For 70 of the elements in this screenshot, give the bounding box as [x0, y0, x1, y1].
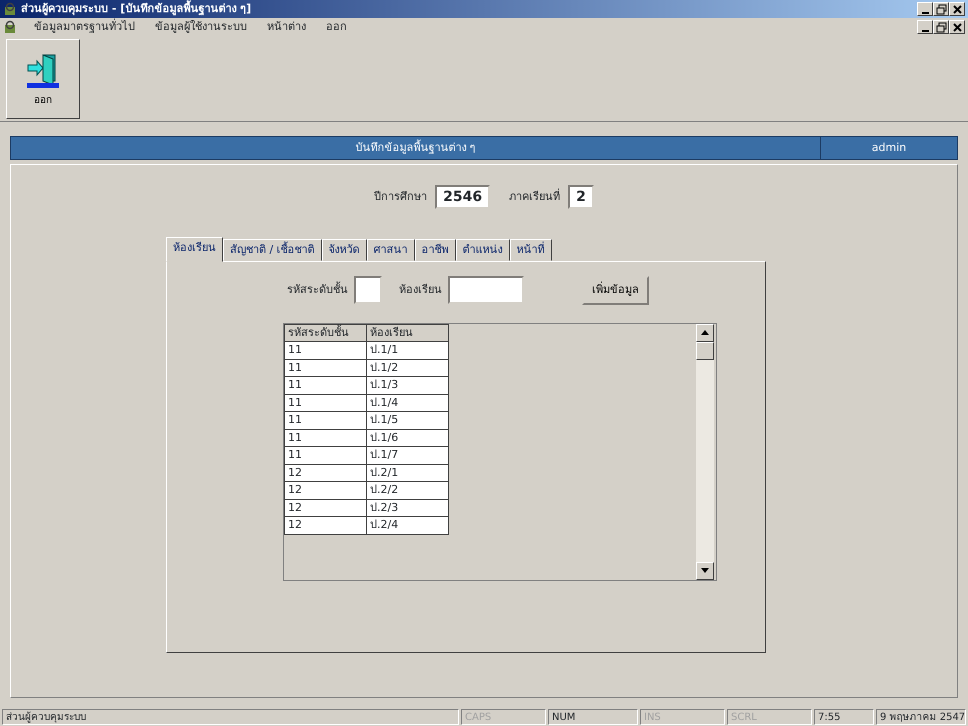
- year-field[interactable]: 2546: [435, 185, 490, 209]
- menu-item[interactable]: ข้อมูลผู้ใช้งานระบบ: [152, 18, 250, 36]
- status-panel: 9 พฤษภาคม 2547: [876, 709, 966, 725]
- column-header[interactable]: รหัสระดับชั้น: [284, 324, 366, 342]
- status-panel: NUM: [548, 709, 638, 725]
- scroll-up-button[interactable]: [696, 324, 714, 342]
- classroom-field[interactable]: [448, 276, 524, 304]
- table-cell: 12: [284, 464, 366, 482]
- up-arrow-icon: [700, 329, 710, 336]
- tab[interactable]: สัญชาติ / เชื้อชาติ: [223, 238, 322, 261]
- menu-item[interactable]: ออก: [323, 18, 350, 36]
- level-code-label: รหัสระดับชั้น: [287, 282, 348, 298]
- table-cell: 11: [284, 359, 366, 376]
- window-title: ส่วนผู้ควบคุมระบบ - [บันทึกข้อมูลพื้นฐานต่าง ๆ]: [21, 0, 252, 18]
- vertical-scrollbar[interactable]: [696, 324, 714, 580]
- table-cell: ป.2/2: [366, 482, 448, 499]
- table-cell: 12: [284, 499, 366, 516]
- close-button[interactable]: [949, 20, 965, 34]
- minimize-button[interactable]: [917, 20, 933, 34]
- classroom-label: ห้องเรียน: [399, 282, 442, 298]
- menu-item[interactable]: หน้าต่าง: [264, 18, 309, 36]
- restore-icon: [936, 22, 946, 32]
- menu-item[interactable]: ข้อมูลมาตรฐานทั่วไป: [31, 18, 138, 36]
- table-cell: ป.1/4: [366, 394, 448, 412]
- semester-field[interactable]: 2: [568, 185, 594, 209]
- restore-button[interactable]: [933, 20, 949, 34]
- add-data-button[interactable]: เพิ่มข้อมูล: [582, 276, 649, 304]
- table-cell: ป.2/3: [366, 499, 448, 516]
- table-cell: ป.1/5: [366, 412, 448, 429]
- table-cell: ป.1/3: [366, 376, 448, 394]
- table-cell: ป.1/1: [366, 342, 448, 359]
- year-label: ปีการศึกษา: [374, 188, 428, 205]
- scroll-down-button[interactable]: [696, 562, 714, 580]
- minimize-button[interactable]: [917, 2, 933, 16]
- table-cell: ป.1/2: [366, 359, 448, 376]
- tab[interactable]: จังหวัด: [322, 238, 367, 261]
- minimize-icon: [922, 12, 928, 14]
- level-code-field[interactable]: [354, 276, 382, 304]
- tab[interactable]: ศาสนา: [366, 238, 415, 261]
- minimize-icon: [922, 30, 928, 32]
- table-cell: 11: [284, 446, 366, 464]
- table-cell: 11: [284, 394, 366, 412]
- close-icon: [952, 22, 962, 32]
- table-cell: 12: [284, 482, 366, 499]
- down-arrow-icon: [700, 567, 710, 574]
- column-header[interactable]: ห้องเรียน: [366, 324, 448, 342]
- tab[interactable]: หน้าที่: [510, 238, 552, 261]
- tab[interactable]: ตำแหน่ง: [456, 238, 510, 261]
- table-cell: 11: [284, 429, 366, 446]
- scroll-thumb[interactable]: [696, 342, 714, 360]
- tab[interactable]: ห้องเรียน: [166, 236, 223, 262]
- table-cell: ป.1/6: [366, 429, 448, 446]
- table-cell: 11: [284, 342, 366, 359]
- header-title: บันทึกข้อมูลพื้นฐานต่าง ๆ: [11, 137, 821, 159]
- table-cell: ป.2/4: [366, 516, 448, 534]
- table-cell: ป.2/1: [366, 464, 448, 482]
- restore-button[interactable]: [933, 2, 949, 16]
- user-name: admin: [870, 140, 908, 156]
- close-button[interactable]: [949, 2, 965, 16]
- close-icon: [952, 4, 962, 14]
- semester-label: ภาคเรียนที่: [509, 188, 560, 205]
- status-panel: ส่วนผู้ควบคุมระบบ: [2, 709, 459, 725]
- status-panel: 7:55: [814, 709, 874, 725]
- table-cell: 11: [284, 376, 366, 394]
- tab[interactable]: อาชีพ: [414, 238, 456, 261]
- table-cell: ป.1/7: [366, 446, 448, 464]
- table-cell: 12: [284, 516, 366, 534]
- table-cell: 11: [284, 412, 366, 429]
- exit-button[interactable]: ออก: [6, 39, 80, 119]
- restore-icon: [936, 4, 946, 14]
